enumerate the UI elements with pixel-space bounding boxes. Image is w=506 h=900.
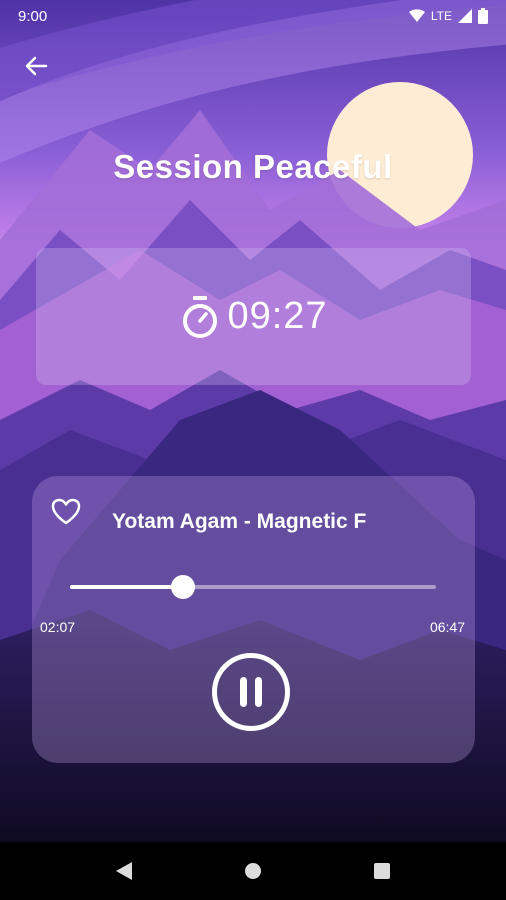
stopwatch-icon <box>183 295 218 338</box>
session-timer: 09:27 <box>227 295 328 337</box>
battery-icon <box>478 8 488 24</box>
progress-slider[interactable] <box>70 575 436 599</box>
heart-outline-icon[interactable] <box>50 496 82 528</box>
status-bar: 9:00 LTE <box>0 0 506 32</box>
elapsed-time: 02:07 <box>40 619 76 635</box>
circle-home-icon <box>244 863 261 879</box>
signal-icon <box>458 9 472 23</box>
nav-recents-button[interactable] <box>362 851 402 891</box>
pause-icon-bar <box>255 677 262 707</box>
timer-card: 09:27 <box>36 248 471 385</box>
total-duration: 06:47 <box>429 619 465 635</box>
player-card: Yotam Agam - Magnetic F 02:07 06:47 <box>32 476 475 763</box>
status-time: 9:00 <box>18 7 48 25</box>
nav-back-button[interactable] <box>104 851 144 891</box>
track-title: Yotam Agam - Magnetic F <box>112 510 367 533</box>
triangle-back-icon <box>116 862 133 880</box>
pause-icon <box>240 677 247 707</box>
pause-button[interactable] <box>212 653 290 731</box>
system-nav-bar <box>0 842 506 900</box>
session-title: Session Peaceful <box>113 148 393 185</box>
network-type-label: LTE <box>430 9 452 23</box>
status-icons: LTE <box>408 8 488 24</box>
nav-home-button[interactable] <box>233 851 273 891</box>
arrow-left-icon[interactable] <box>20 50 52 82</box>
square-recents-icon <box>373 863 390 879</box>
progress-thumb[interactable] <box>171 575 196 599</box>
wifi-icon <box>408 9 425 22</box>
progress-fill <box>70 585 184 589</box>
